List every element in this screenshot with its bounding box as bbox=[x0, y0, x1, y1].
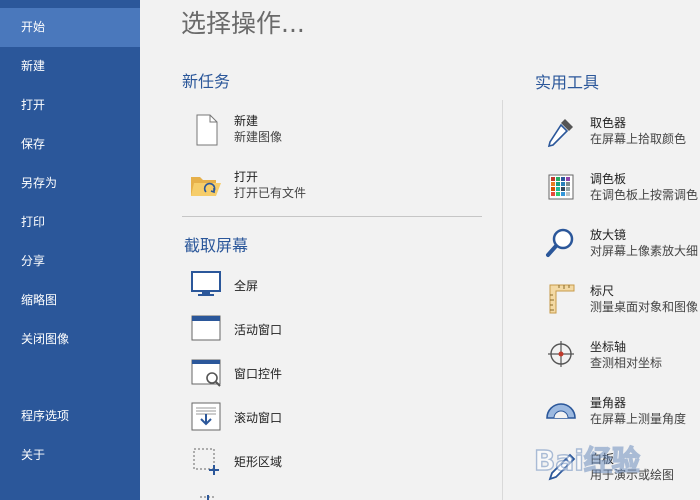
open-folder-icon bbox=[188, 168, 224, 204]
tool-description: 在调色板上按需调色 bbox=[590, 188, 699, 202]
sidebar-item-start[interactable]: 开始 bbox=[0, 8, 140, 47]
tool-axis[interactable]: 坐标轴 查测相对坐标 bbox=[544, 338, 700, 382]
eyedropper-icon bbox=[544, 114, 578, 148]
capture-active-window-button[interactable]: 活动窗口 bbox=[190, 312, 470, 346]
section-title-capture: 截取屏幕 bbox=[184, 236, 249, 255]
capture-label: 滚动窗口 bbox=[234, 411, 283, 425]
window-icon bbox=[190, 312, 222, 344]
tool-label: 放大镜 bbox=[590, 228, 627, 242]
section-title-tools: 实用工具 bbox=[535, 73, 600, 92]
tool-label: 取色器 bbox=[590, 116, 627, 130]
tool-label: 坐标轴 bbox=[590, 340, 627, 354]
tool-ruler[interactable]: 标尺 测量桌面对象和图像 bbox=[544, 282, 700, 326]
page-title: 选择操作... bbox=[181, 9, 305, 38]
task-description: 打开已有文件 bbox=[234, 186, 307, 200]
main-panel: 选择操作... 新任务 新建 新建图像 打开 打开已有文件 截取屏幕 全屏 活动… bbox=[140, 0, 700, 500]
sidebar-item-options[interactable]: 程序选项 bbox=[0, 397, 140, 436]
task-description: 新建图像 bbox=[234, 130, 283, 144]
tool-label: 调色板 bbox=[590, 172, 627, 186]
tool-description: 在屏幕上拾取颜色 bbox=[590, 132, 687, 146]
sidebar-item-save[interactable]: 保存 bbox=[0, 125, 140, 164]
sidebar-item-print[interactable]: 打印 bbox=[0, 203, 140, 242]
scroll-window-icon bbox=[190, 400, 222, 432]
tool-magnifier[interactable]: 放大镜 对屏幕上像素放大细 bbox=[544, 226, 700, 270]
capture-label: 全屏 bbox=[234, 279, 259, 293]
ruler-icon bbox=[544, 282, 578, 316]
window-control-icon bbox=[190, 356, 222, 388]
crosshair-icon bbox=[544, 338, 578, 372]
watermark-text: Bai经验 bbox=[534, 444, 640, 477]
task-label: 新建 bbox=[234, 114, 259, 128]
tool-palette[interactable]: 调色板 在调色板上按需调色 bbox=[544, 170, 700, 214]
tool-label: 标尺 bbox=[590, 284, 615, 298]
new-image-button[interactable]: 新建 新建图像 bbox=[188, 112, 488, 160]
palette-grid-icon bbox=[544, 170, 578, 204]
capture-label: 窗口控件 bbox=[234, 367, 283, 381]
capture-rectangle-region-button[interactable]: 矩形区域 bbox=[190, 444, 470, 478]
protractor-icon bbox=[544, 394, 578, 428]
sidebar-item-about[interactable]: 关于 bbox=[0, 436, 140, 475]
capture-label: 活动窗口 bbox=[234, 323, 283, 337]
capture-fullscreen-button[interactable]: 全屏 bbox=[190, 268, 470, 302]
blank-document-icon bbox=[188, 112, 224, 148]
capture-region-icon bbox=[190, 490, 222, 500]
column-divider bbox=[502, 100, 503, 500]
sidebar-item-close-image[interactable]: 关闭图像 bbox=[0, 320, 140, 359]
section-title-new-task: 新任务 bbox=[182, 72, 231, 91]
magnifier-icon bbox=[544, 226, 578, 260]
tool-color-picker[interactable]: 取色器 在屏幕上拾取颜色 bbox=[544, 114, 700, 158]
sidebar-item-share[interactable]: 分享 bbox=[0, 242, 140, 281]
sidebar-item-open[interactable]: 打开 bbox=[0, 86, 140, 125]
tool-description: 测量桌面对象和图像 bbox=[590, 300, 699, 314]
open-file-button[interactable]: 打开 打开已有文件 bbox=[188, 168, 488, 216]
sidebar: 开始 新建 打开 保存 另存为 打印 分享 缩略图 关闭图像 程序选项 关于 bbox=[0, 0, 140, 500]
capture-next-item-partial[interactable] bbox=[190, 490, 470, 500]
sidebar-item-save-as[interactable]: 另存为 bbox=[0, 164, 140, 203]
monitor-icon bbox=[190, 268, 222, 300]
tool-label: 量角器 bbox=[590, 396, 627, 410]
capture-window-control-button[interactable]: 窗口控件 bbox=[190, 356, 470, 390]
tool-description: 查测相对坐标 bbox=[590, 356, 663, 370]
sidebar-item-thumbnails[interactable]: 缩略图 bbox=[0, 281, 140, 320]
tool-description: 在屏幕上测量角度 bbox=[590, 412, 687, 426]
capture-label: 矩形区域 bbox=[234, 455, 283, 469]
capture-scroll-window-button[interactable]: 滚动窗口 bbox=[190, 400, 470, 434]
watermark: Bai经验 bbox=[532, 436, 692, 486]
tool-protractor[interactable]: 量角器 在屏幕上测量角度 bbox=[544, 394, 700, 438]
task-label: 打开 bbox=[234, 170, 259, 184]
section-divider bbox=[182, 216, 482, 217]
rectangle-region-icon bbox=[190, 444, 222, 476]
tool-description: 对屏幕上像素放大细 bbox=[590, 244, 699, 258]
sidebar-item-new[interactable]: 新建 bbox=[0, 47, 140, 86]
